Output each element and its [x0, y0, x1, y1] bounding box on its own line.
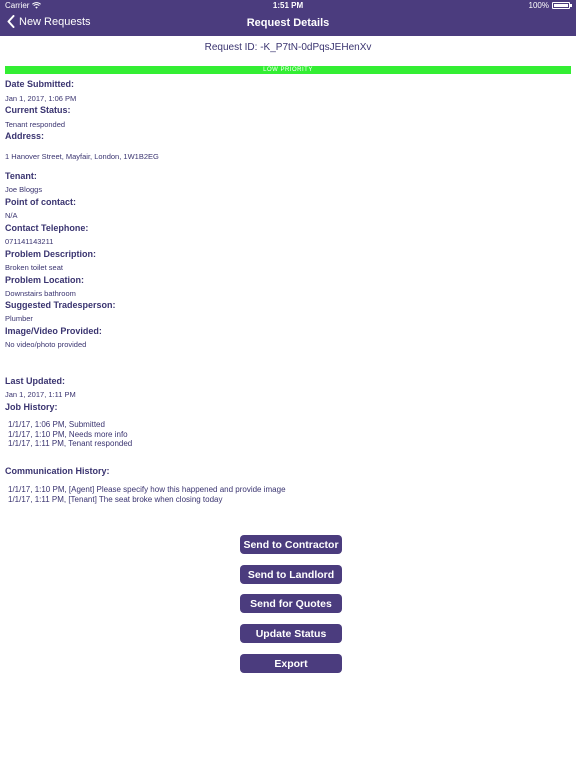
priority-badge: LOW PRIORITY	[5, 66, 571, 74]
navigation-bar: New Requests Request Details	[0, 12, 576, 36]
current-status-value: Tenant responded	[5, 120, 66, 129]
suggested-tradesperson-label: Suggested Tradesperson:	[5, 300, 116, 310]
battery-icon	[552, 2, 572, 9]
send-to-contractor-button[interactable]: Send to Contractor	[240, 535, 342, 554]
tenant-value: Joe Bloggs	[5, 185, 43, 194]
suggested-tradesperson-value: Plumber	[5, 314, 33, 323]
point-of-contact-label: Point of contact:	[5, 197, 76, 207]
back-button[interactable]: New Requests	[7, 15, 91, 28]
last-updated-value: Jan 1, 2017, 1:11 PM	[5, 390, 76, 399]
image-video-label: Image/Video Provided:	[5, 326, 102, 336]
top-bar: Carrier 1:51 PM 100% New Requests Reques…	[0, 0, 576, 36]
point-of-contact-value: N/A	[5, 211, 18, 220]
problem-location-label: Problem Location:	[5, 275, 85, 285]
export-button[interactable]: Export	[240, 654, 342, 673]
last-updated-label: Last Updated:	[5, 376, 66, 386]
send-to-landlord-button[interactable]: Send to Landlord	[240, 565, 342, 584]
request-id: Request ID: -K_P7tN-0dPqsJEHenXv	[204, 42, 372, 53]
job-history-label: Job History:	[5, 402, 58, 412]
tenant-label: Tenant:	[5, 171, 37, 181]
chevron-left-icon	[7, 15, 15, 28]
communication-history-label: Communication History:	[5, 466, 110, 476]
current-status-label: Current Status:	[5, 105, 71, 115]
problem-description-label: Problem Description:	[5, 249, 97, 259]
update-status-button[interactable]: Update Status	[240, 624, 342, 643]
status-right: 100%	[528, 1, 572, 10]
image-video-value: No video/photo provided	[5, 340, 87, 349]
status-time: 1:51 PM	[272, 1, 304, 10]
problem-location-value: Downstairs bathroom	[5, 289, 76, 298]
battery-percent: 100%	[528, 1, 549, 10]
address-value: 1 Hanover Street, Mayfair, London, 1W1B2…	[5, 152, 159, 161]
send-for-quotes-button[interactable]: Send for Quotes	[240, 594, 342, 613]
job-history-entry: 1/1/17, 1:06 PM, Submitted	[8, 420, 105, 429]
date-submitted-value: Jan 1, 2017, 1:06 PM	[5, 94, 77, 103]
communication-history-entry: 1/1/17, 1:11 PM, [Tenant] The seat broke…	[8, 495, 223, 504]
communication-history-entry: 1/1/17, 1:10 PM, [Agent] Please specify …	[8, 485, 286, 494]
date-submitted-label: Date Submitted:	[5, 79, 75, 89]
back-button-label: New Requests	[19, 15, 91, 28]
problem-description-value: Broken toilet seat	[5, 263, 63, 272]
address-label: Address:	[5, 131, 45, 141]
status-bar: Carrier 1:51 PM 100%	[0, 0, 576, 12]
contact-telephone-value: 071141143211	[5, 237, 54, 246]
contact-telephone-label: Contact Telephone:	[5, 223, 89, 233]
job-history-entry: 1/1/17, 1:11 PM, Tenant responded	[8, 439, 133, 448]
